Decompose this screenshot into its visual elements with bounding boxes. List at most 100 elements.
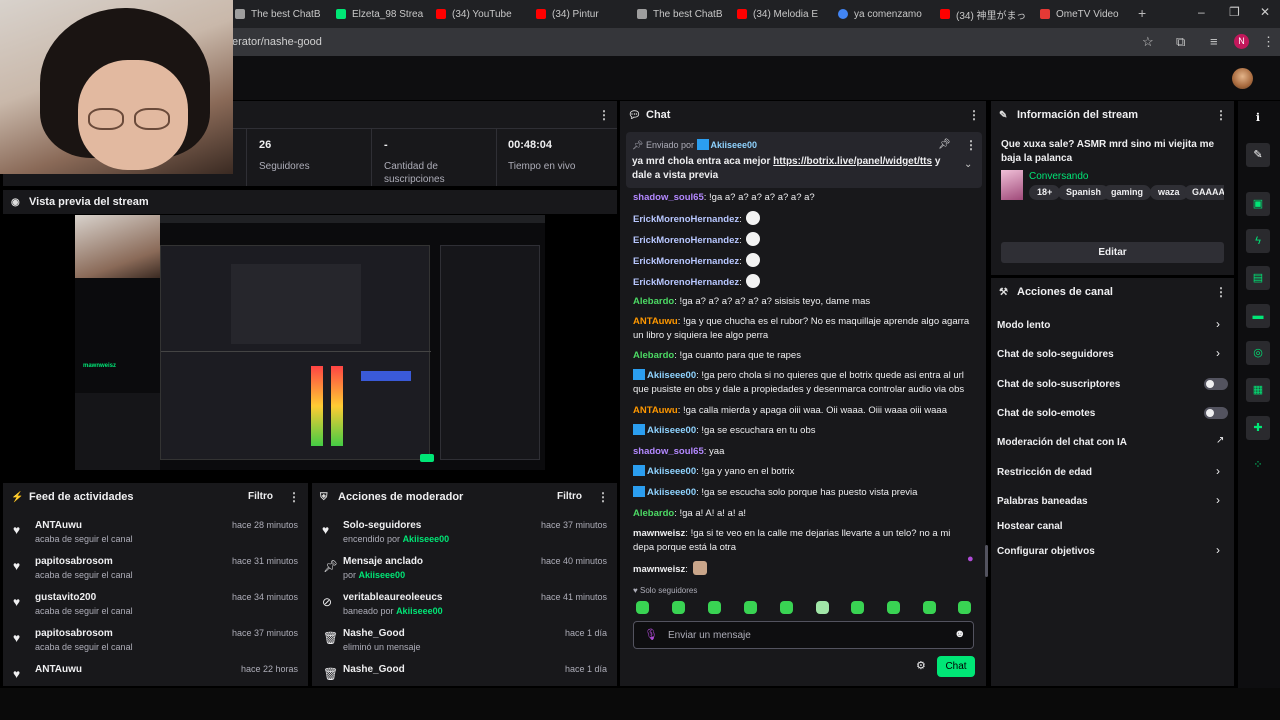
browser-tab[interactable]: The best ChatB: [235, 4, 325, 24]
emote-icon[interactable]: [958, 601, 971, 614]
maximize-icon[interactable]: ❐: [1229, 5, 1240, 19]
browser-tab[interactable]: (34) Pintur: [536, 4, 626, 24]
chat-username[interactable]: Akiiseee00: [647, 370, 696, 381]
pencil-icon[interactable]: ✎: [1246, 143, 1270, 167]
clip-icon[interactable]: ▣: [1246, 192, 1270, 216]
emote-icon[interactable]: [923, 601, 936, 614]
emote-icon[interactable]: [816, 601, 829, 614]
screen: The best ChatB Elzeta_98 Strea (34) YouT…: [0, 0, 1280, 720]
emote-icon[interactable]: [636, 601, 649, 614]
pin-icon: 📌︎: [323, 559, 339, 573]
subscribers-only-toggle[interactable]: [1204, 378, 1228, 390]
info-icon[interactable]: ℹ: [1246, 106, 1270, 130]
emote-icon[interactable]: [744, 601, 757, 614]
tag-badge[interactable]: Spanish: [1058, 185, 1110, 200]
chat-username[interactable]: shadow_soul65: [633, 192, 704, 203]
browser-tab[interactable]: (34) 神里がまっ: [940, 4, 1030, 24]
emote-icon[interactable]: [887, 601, 900, 614]
chat-message-input[interactable]: 🎙︎ Enviar un mensaje ☻: [633, 621, 974, 649]
close-icon[interactable]: ✕: [1260, 5, 1270, 19]
chat-username[interactable]: Alebardo: [633, 296, 674, 307]
followers-label: Seguidores: [259, 161, 310, 172]
activity-filter-button[interactable]: Filtro: [248, 491, 273, 502]
emote-icon[interactable]: [780, 601, 793, 614]
stream-preview[interactable]: mawnweisz: [75, 215, 545, 470]
browser-tab[interactable]: (34) Melodia E: [737, 4, 827, 24]
chat-username[interactable]: Akiiseee00: [647, 487, 696, 498]
activity-menu-icon[interactable]: ⋮: [288, 490, 300, 504]
stream-title: Que xuxa sale? ASMR mrd sino mi viejita …: [1001, 139, 1215, 164]
stream-info-menu-icon[interactable]: ⋮: [1215, 108, 1227, 122]
chat-bubble-icon[interactable]: ▬: [1246, 304, 1270, 328]
youtube-icon: [536, 9, 546, 19]
layout-icon[interactable]: ▦: [1246, 378, 1270, 402]
chat-username[interactable]: ANTAuwu: [633, 316, 678, 327]
chat-username[interactable]: Alebardo: [633, 508, 674, 519]
lightning-icon[interactable]: ϟ: [1246, 229, 1270, 253]
category-thumbnail[interactable]: [1001, 170, 1023, 200]
chat-username[interactable]: ErickMorenoHernandez: [633, 277, 739, 288]
chat-message: Akiiseee00: !ga se escucha solo porque h…: [633, 486, 973, 500]
pinned-menu-icon[interactable]: ⋮: [965, 138, 977, 152]
browser-menu-icon[interactable]: ⋮: [1262, 34, 1275, 50]
tab-favicon-icon: [637, 9, 647, 19]
mod-menu-icon[interactable]: ⋮: [597, 490, 609, 504]
new-tab-icon[interactable]: +: [1138, 5, 1146, 21]
document-icon[interactable]: ▤: [1246, 266, 1270, 290]
profile-avatar[interactable]: N: [1234, 34, 1249, 49]
emoji-icon[interactable]: ☻: [954, 628, 966, 640]
bolt-icon: ⚡: [11, 491, 24, 503]
broadcast-icon[interactable]: ◎: [1246, 341, 1270, 365]
tag-badge[interactable]: waza: [1150, 185, 1188, 200]
category-link[interactable]: Conversando: [1029, 171, 1088, 182]
browser-tab[interactable]: OmeTV Video: [1040, 4, 1130, 24]
chat-username[interactable]: mawnweisz: [633, 528, 685, 539]
browser-tab[interactable]: Elzeta_98 Strea: [336, 4, 426, 24]
chat-text: !ga a? a? a? a? a? a? sisisis teyo, dame…: [679, 296, 871, 307]
mod-filter-button[interactable]: Filtro: [557, 491, 582, 502]
stats-menu-icon[interactable]: ⋮: [598, 108, 610, 122]
chat-username[interactable]: ErickMorenoHernandez: [633, 235, 739, 246]
wrench-icon: ⚒: [999, 286, 1008, 298]
microphone-icon[interactable]: 🎙︎: [644, 628, 658, 641]
pinned-link[interactable]: https://botrix.live/panel/widget/tts: [773, 156, 932, 167]
chat-username[interactable]: ErickMorenoHernandez: [633, 256, 739, 267]
minimize-icon[interactable]: –: [1198, 5, 1205, 19]
chat-settings-icon[interactable]: ⚙: [916, 659, 926, 672]
user-avatar[interactable]: [1232, 68, 1253, 89]
chat-scrollbar[interactable]: [985, 545, 988, 577]
dots-grid-icon[interactable]: ⁘: [1246, 453, 1270, 477]
edit-stream-button[interactable]: Editar: [1001, 242, 1224, 263]
emote-icon[interactable]: [851, 601, 864, 614]
tag-badge[interactable]: gaming: [1103, 185, 1152, 200]
chat-username[interactable]: Alebardo: [633, 350, 674, 361]
chat-username[interactable]: ErickMorenoHernandez: [633, 214, 739, 225]
channel-actions-menu-icon[interactable]: ⋮: [1215, 285, 1227, 299]
chat-text: !ga a? a? a? a? a? a? a?: [709, 192, 815, 203]
mod-badge-icon: [633, 486, 645, 497]
browser-tab[interactable]: (34) YouTube: [436, 4, 526, 24]
tag-badge[interactable]: 18+: [1029, 185, 1061, 200]
browser-tab[interactable]: The best ChatB: [637, 4, 727, 24]
unpin-icon[interactable]: 📌︎: [938, 139, 951, 150]
emote-icon[interactable]: [672, 601, 685, 614]
bookmark-star-icon[interactable]: ☆: [1142, 34, 1154, 50]
browser-tab[interactable]: ya comenzamo: [838, 4, 928, 24]
chat-username[interactable]: Akiiseee00: [647, 425, 696, 436]
url-text[interactable]: erator/nashe-good: [232, 36, 322, 48]
emote-icon[interactable]: [708, 601, 721, 614]
wrench-icon[interactable]: ✚: [1246, 416, 1270, 440]
send-chat-button[interactable]: Chat: [937, 656, 975, 677]
tag-badge[interactable]: GAAAAA: [1184, 185, 1224, 200]
chevron-down-icon[interactable]: ⌄: [964, 159, 972, 170]
chat-username[interactable]: Akiiseee00: [647, 466, 696, 477]
chat-username[interactable]: ANTAuwu: [633, 405, 678, 416]
chat-username[interactable]: mawnweisz: [633, 564, 685, 575]
chat-message: ErickMorenoHernandez:: [633, 274, 973, 290]
media-control-icon[interactable]: ≡: [1210, 34, 1218, 49]
chat-username[interactable]: shadow_soul65: [633, 446, 704, 457]
extensions-icon[interactable]: ⧉: [1176, 34, 1185, 50]
emotes-only-toggle[interactable]: [1204, 407, 1228, 419]
chat-menu-icon[interactable]: ⋮: [968, 108, 980, 122]
preview-webcam: [75, 215, 160, 278]
